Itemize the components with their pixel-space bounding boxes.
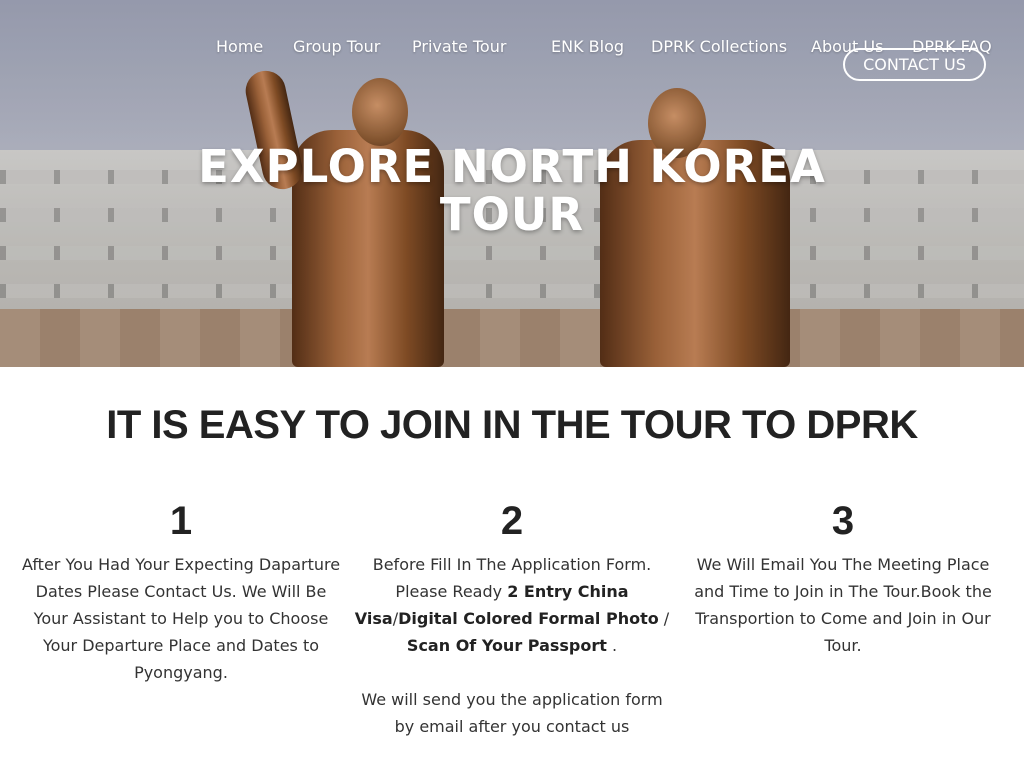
hero-title-line-1: EXPLORE NORTH KOREA — [198, 140, 826, 193]
hero-title: EXPLORE NORTH KOREA TOUR — [0, 143, 1024, 239]
step-2-intro: Before Fill In The Application Form. — [372, 555, 652, 574]
requirement-photo: Digital Colored Formal Photo — [398, 609, 659, 628]
step-1: 1 After You Had Your Expecting Daparture… — [21, 497, 341, 686]
step-1-number: 1 — [169, 499, 193, 543]
requirement-passport-scan: Scan Of Your Passport — [406, 636, 607, 655]
hero-title-line-2: TOUR — [439, 188, 585, 241]
step-2: 2 Before Fill In The Application Form. P… — [352, 497, 672, 740]
step-2-number: 2 — [500, 499, 524, 543]
nav-private-tour[interactable]: Private Tour — [412, 37, 506, 56]
contact-us-button[interactable]: CONTACT US — [843, 48, 986, 81]
nav-home[interactable]: Home — [216, 37, 263, 56]
step-3: 3 We Will Email You The Meeting Place an… — [683, 497, 1003, 659]
hero-banner: Home Group Tour Private Tour ENK Blog DP… — [0, 0, 1024, 367]
nav-enk-blog[interactable]: ENK Blog — [551, 37, 624, 56]
step-2-requirements: Please Ready 2 Entry China Visa/Digital … — [354, 582, 670, 655]
section-title: IT IS EASY TO JOIN IN THE TOUR TO DPRK — [106, 403, 918, 447]
step-1-text: After You Had Your Expecting Daparture D… — [21, 555, 341, 682]
step-2-text: Before Fill In The Application Form. Ple… — [352, 551, 672, 740]
step-3-text: We Will Email You The Meeting Place and … — [694, 555, 992, 655]
nav-group-tour[interactable]: Group Tour — [293, 37, 380, 56]
step-3-number: 3 — [831, 499, 855, 543]
step-2-note: We will send you the application form by… — [361, 690, 663, 736]
nav-dprk-collections[interactable]: DPRK Collections — [651, 37, 787, 56]
